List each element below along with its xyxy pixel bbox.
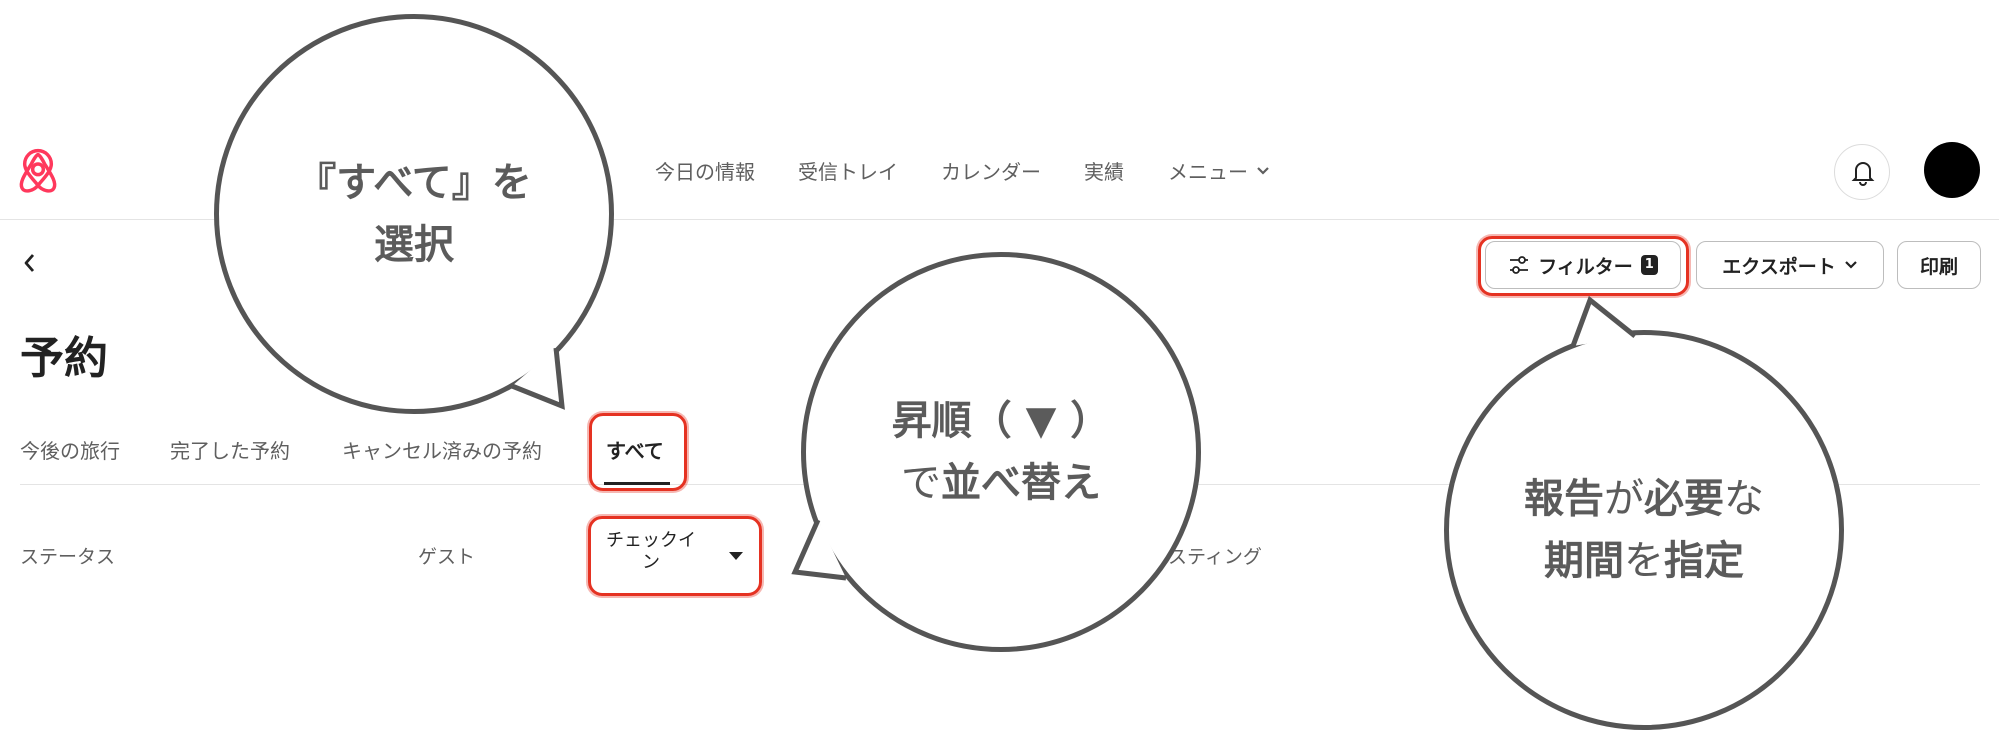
bubble3-tail (1570, 295, 1637, 347)
